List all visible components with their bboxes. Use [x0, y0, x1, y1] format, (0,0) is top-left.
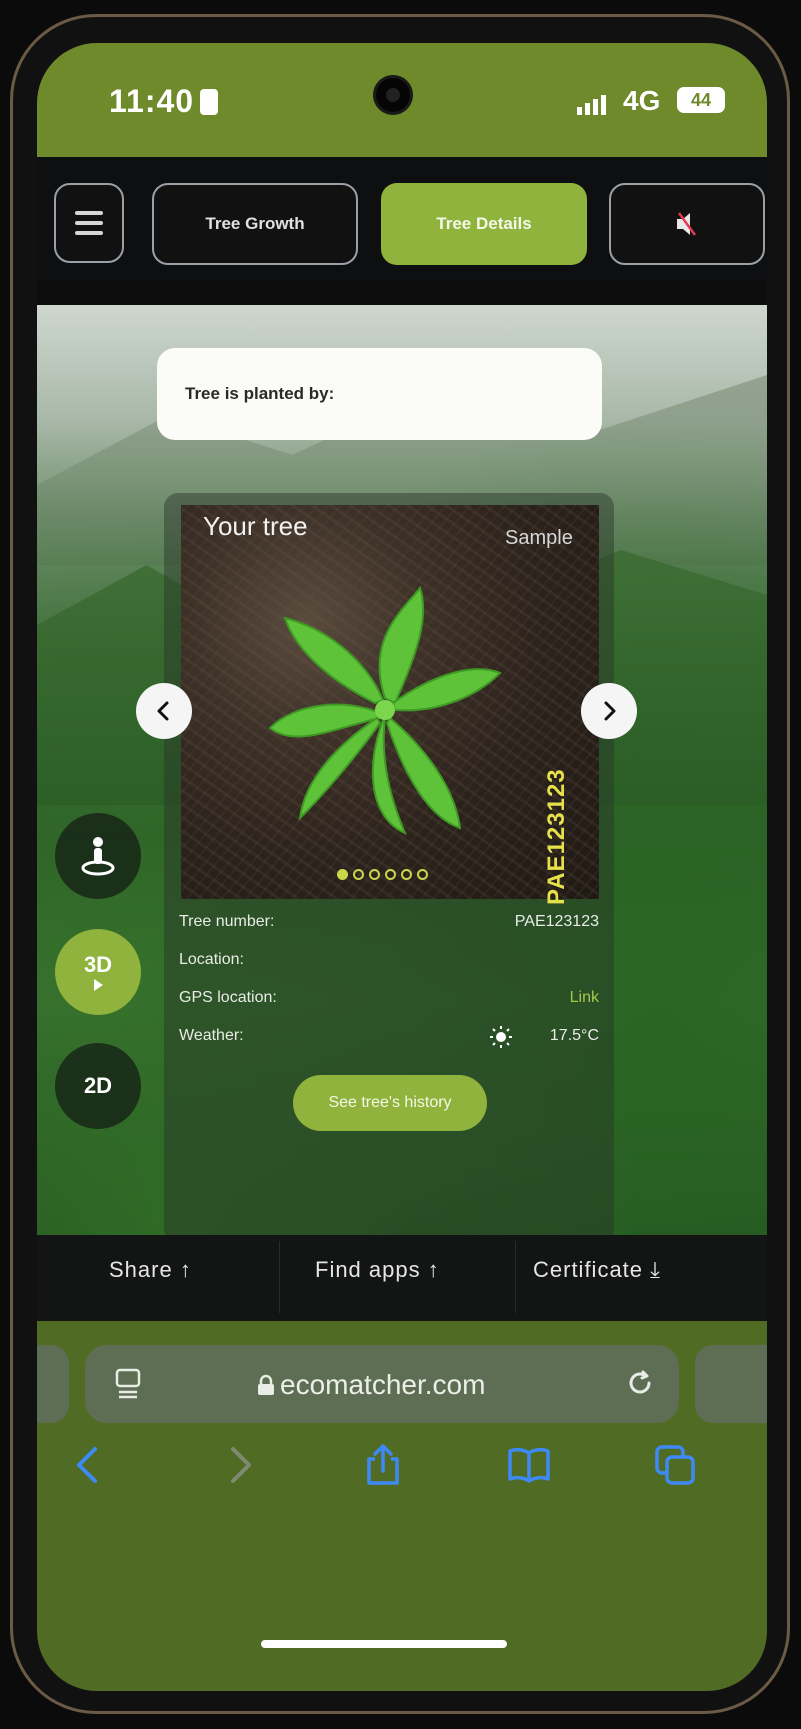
gps-label: GPS location:	[179, 989, 277, 1006]
share-button[interactable]: Share ↑	[109, 1257, 192, 1283]
reload-icon[interactable]	[625, 1368, 655, 1398]
status-bar: 11:40 4G 44	[37, 43, 767, 157]
menu-button[interactable]	[54, 183, 124, 263]
share-icon: ↑	[179, 1257, 192, 1282]
tab-tree-details[interactable]: Tree Details	[381, 183, 587, 265]
front-camera	[373, 75, 413, 115]
find-apps-icon: ↑	[427, 1257, 440, 1282]
screen: 11:40 4G 44 Tree Growth Tree Details Tre…	[37, 43, 767, 1691]
tree-number-label: Tree number:	[179, 913, 275, 930]
location-label: Location:	[179, 951, 244, 968]
planted-by-card: Tree is planted by:	[157, 348, 602, 440]
status-time-text: 11:40	[109, 83, 195, 119]
pagination-dot[interactable]	[353, 869, 364, 880]
pagination-dot[interactable]	[385, 869, 396, 880]
certificate-label: Certificate	[533, 1257, 644, 1282]
lock-icon	[258, 1374, 274, 1395]
gps-link[interactable]: Link	[570, 989, 599, 1007]
pagination-dot[interactable]	[369, 869, 380, 880]
divider	[515, 1241, 516, 1313]
pagination-dot[interactable]	[401, 869, 412, 880]
tree-photo[interactable]	[181, 505, 599, 899]
next-tab-peek[interactable]	[695, 1345, 767, 1423]
person-pin-icon	[81, 837, 115, 876]
back-icon[interactable]	[67, 1443, 111, 1487]
seedling-illustration	[268, 585, 502, 835]
forward-icon[interactable]	[217, 1443, 261, 1487]
view-2d-button[interactable]: 2D	[55, 1043, 141, 1129]
sun-icon	[490, 1026, 512, 1048]
tabs-icon[interactable]	[653, 1443, 697, 1487]
find-apps-label: Find apps	[315, 1257, 421, 1282]
signal-icon	[577, 95, 606, 115]
mute-button[interactable]	[609, 183, 765, 265]
speaker-muted-icon	[677, 212, 697, 236]
location-row: Location:	[179, 951, 599, 969]
status-time: 11:40	[109, 83, 219, 120]
share-sheet-icon[interactable]	[361, 1443, 405, 1487]
find-apps-button[interactable]: Find apps ↑	[315, 1257, 440, 1283]
tree-number-row: Tree number: PAE123123	[179, 913, 599, 931]
weather-value: 17.5°C	[549, 1027, 599, 1044]
chevron-right-icon	[604, 701, 616, 721]
certificate-button[interactable]: Certificate ⤓	[533, 1257, 661, 1283]
home-indicator	[261, 1640, 507, 1648]
weather-label: Weather:	[179, 1027, 244, 1044]
weather-row: Weather: 17.5°C	[179, 1027, 599, 1045]
prev-photo-button[interactable]	[136, 683, 192, 739]
play-icon	[94, 979, 103, 991]
planted-by-label: Tree is planted by:	[185, 384, 335, 403]
tree-number-value: PAE123123	[514, 913, 599, 930]
next-photo-button[interactable]	[581, 683, 637, 739]
tree-code-overlay: PAE123123	[543, 768, 570, 905]
bookmarks-icon[interactable]	[507, 1443, 551, 1487]
gps-row: GPS location: Link	[179, 989, 599, 1007]
photo-pagination[interactable]	[337, 869, 428, 880]
download-icon: ⤓	[650, 1257, 661, 1282]
tree-card-title: Your tree	[203, 511, 308, 541]
sample-badge: Sample	[505, 527, 573, 549]
battery-icon: 44	[677, 87, 725, 113]
prev-tab-peek[interactable]	[37, 1345, 69, 1423]
network-type: 4G	[623, 85, 661, 116]
share-label: Share	[109, 1257, 173, 1282]
view-2d-label: 2D	[83, 1073, 113, 1098]
reader-icon[interactable]	[115, 1368, 141, 1400]
street-view-button[interactable]	[55, 813, 141, 899]
chevron-left-icon	[157, 701, 169, 721]
notification-icon	[200, 89, 219, 115]
view-3d-label: 3D	[83, 952, 113, 977]
phone-frame: 11:40 4G 44 Tree Growth Tree Details Tre…	[10, 14, 790, 1714]
view-3d-button[interactable]: 3D	[55, 929, 141, 1015]
pagination-dot[interactable]	[337, 869, 348, 880]
tab-tree-growth[interactable]: Tree Growth	[152, 183, 358, 265]
divider	[279, 1241, 280, 1313]
url-text[interactable]: ecomatcher.com	[280, 1369, 485, 1401]
see-history-button[interactable]: See tree's history	[293, 1075, 487, 1131]
pagination-dot[interactable]	[417, 869, 428, 880]
